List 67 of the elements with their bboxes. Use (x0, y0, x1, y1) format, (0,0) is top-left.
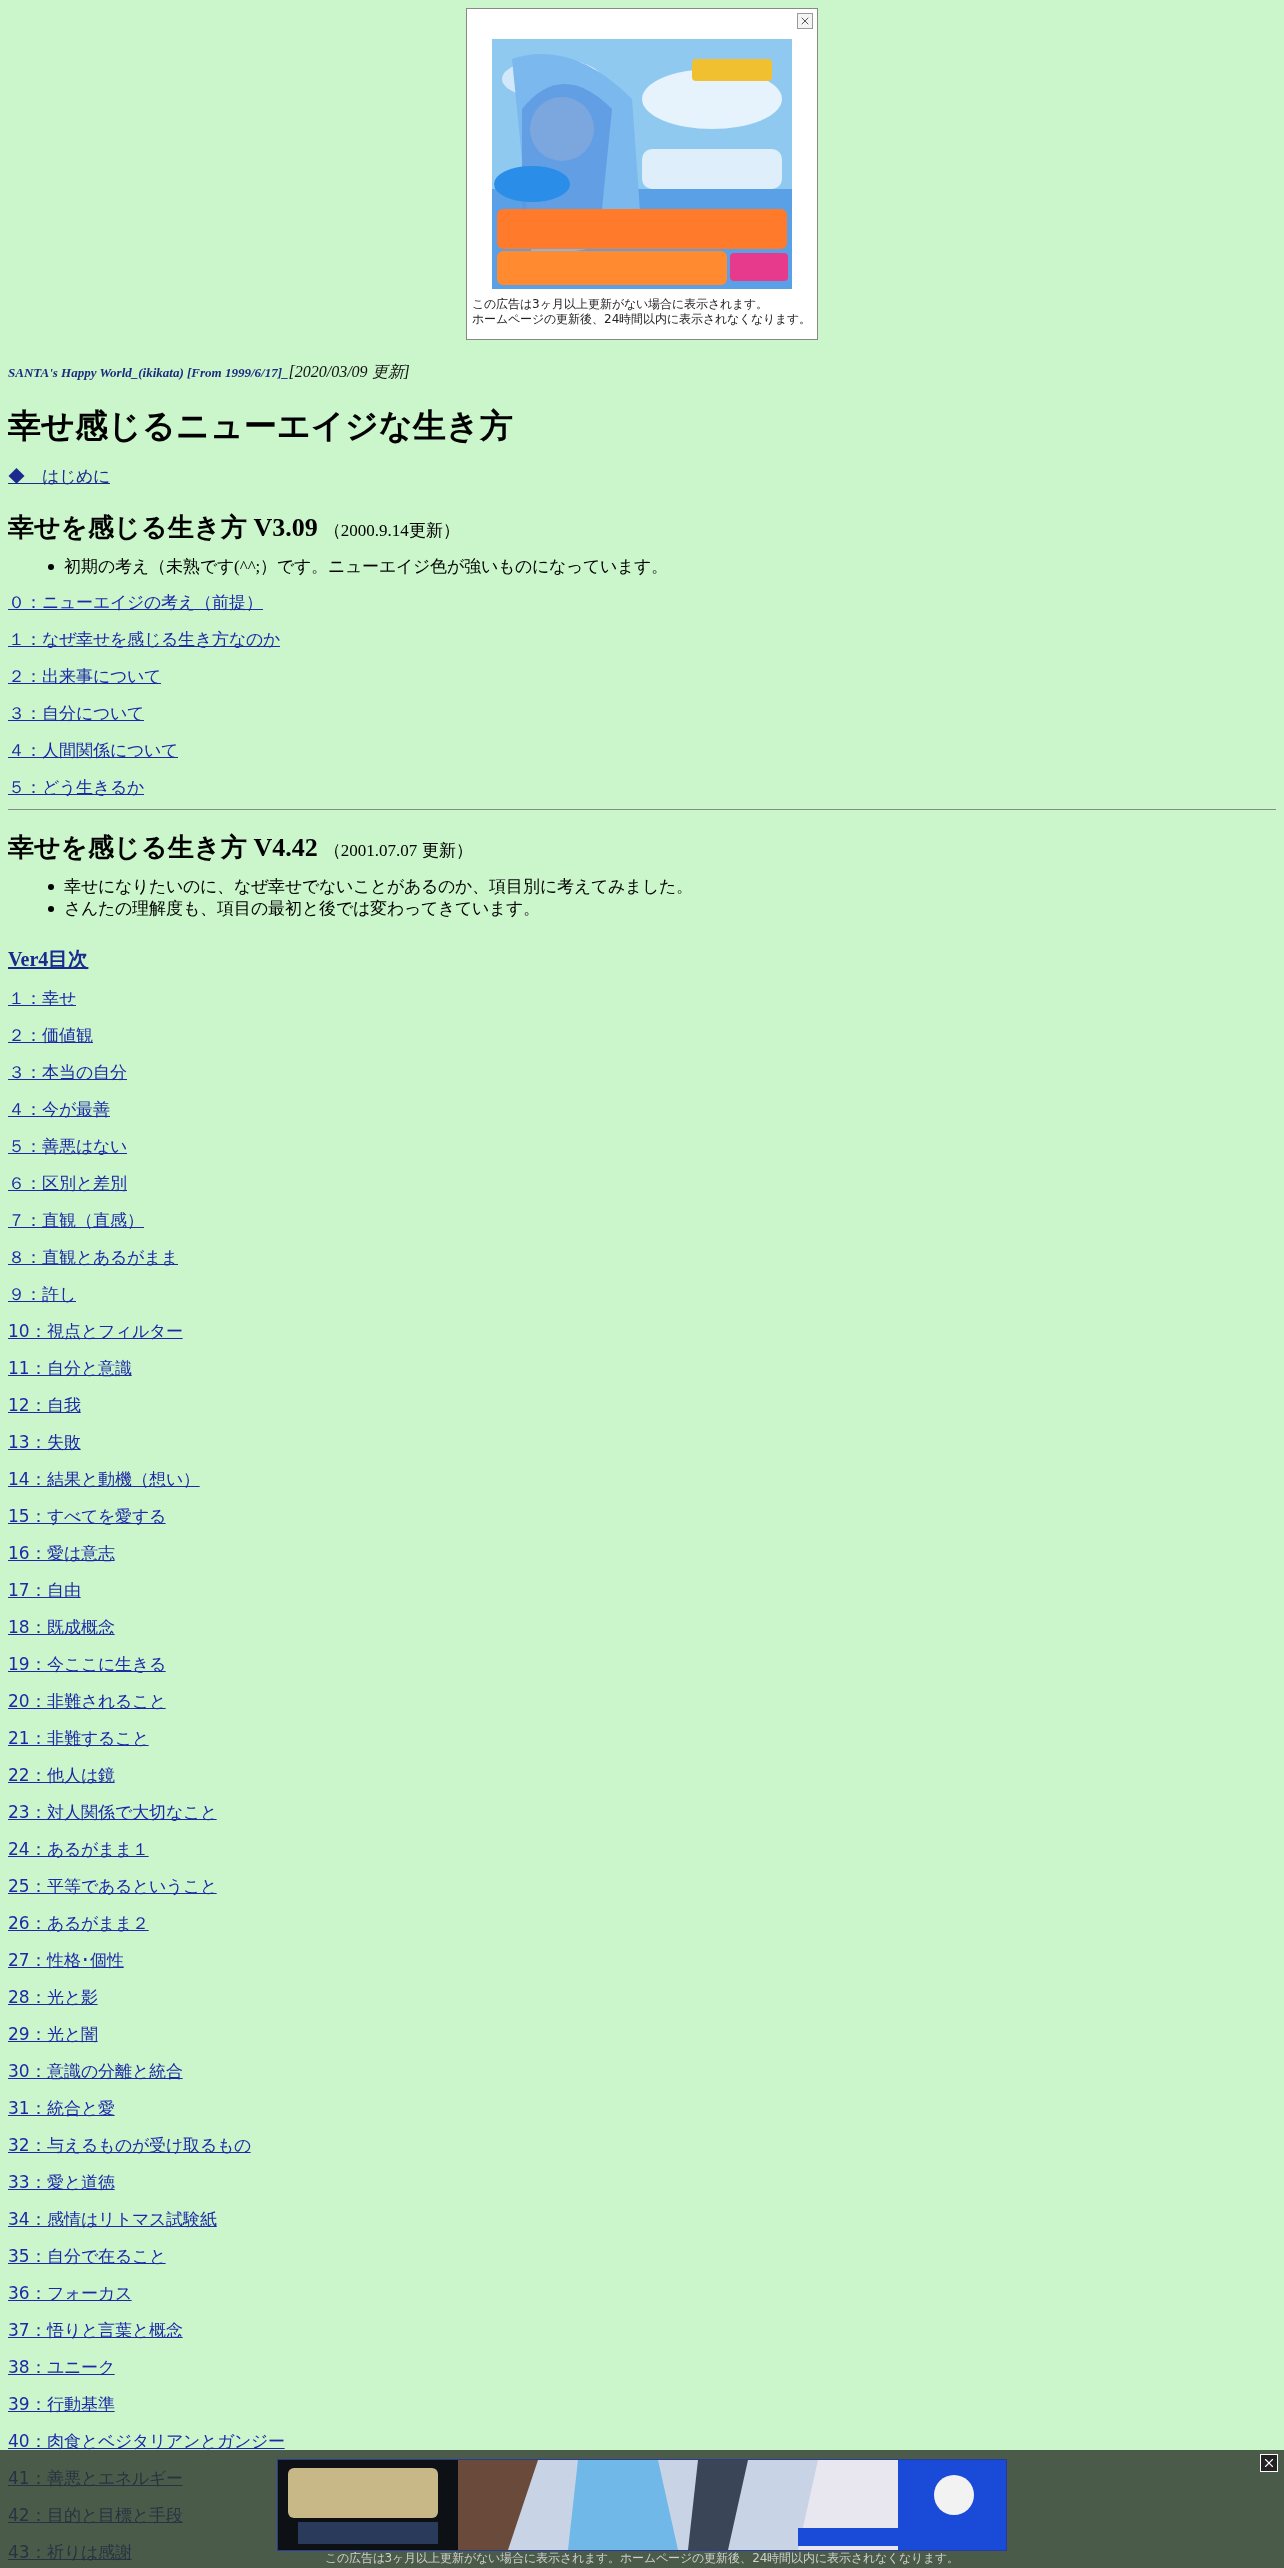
bullet-text: さんたの理解度も、項目の最初と後では変わってきています。 (64, 897, 540, 920)
ad-notice: この広告は3ヶ月以上更新がない場合に表示されます。ホームページの更新後、24時間以内に表示されなくなります。 (324, 2552, 960, 2565)
chapter-link[interactable]: 35：自分で在ること (8, 2245, 166, 2266)
chapter-link[interactable]: 10：視点とフィルター (8, 1320, 183, 1341)
chapter-link[interactable]: 28：光と影 (8, 1986, 98, 2007)
bullet-text: 幸せになりたいのに、なぜ幸せでないことがあるのか、項目別に考えてみました。 (64, 875, 693, 898)
chapter-link[interactable]: 39：行動基準 (8, 2393, 115, 2414)
chapter-link[interactable]: 14：結果と動機（想い） (8, 1468, 200, 1489)
chapter-link[interactable]: ５：どう生きるか (8, 776, 144, 797)
chapter-link[interactable]: ０：ニューエイジの考え（前提） (8, 591, 263, 612)
chapter-link[interactable]: 32：与えるものが受け取るもの (8, 2134, 251, 2155)
chapter-link[interactable]: 34：感情はリトマス試験紙 (8, 2208, 217, 2229)
chapter-link[interactable]: 11：自分と意識 (8, 1357, 132, 1378)
chapter-link[interactable]: ５：善悪はない (8, 1135, 127, 1156)
close-icon (799, 15, 811, 27)
chapter-link[interactable]: ３：本当の自分 (8, 1061, 127, 1082)
chapter-link[interactable]: 31：統合と愛 (8, 2097, 115, 2118)
site-name: SANTA's Happy World_(ikikata) [From 1999/6/17]_ (8, 364, 289, 382)
chapter-link[interactable]: 37：悟りと言葉と概念 (8, 2319, 183, 2340)
chapter-link[interactable]: 21：非難すること (8, 1727, 149, 1748)
chapter-link[interactable]: ８：直観とあるがまま (8, 1246, 178, 1267)
close-button[interactable] (797, 13, 813, 29)
section-date: （2001.07.07 更新） (323, 839, 473, 862)
chapter-link[interactable]: 22：他人は鏡 (8, 1764, 115, 1785)
chapter-link[interactable]: ６：区別と差別 (8, 1172, 127, 1193)
chapter-link[interactable]: １：幸せ (8, 987, 76, 1008)
ad-notice: この広告は3ヶ月以上更新がない場合に表示されます。 (472, 297, 769, 312)
close-icon (1262, 2456, 1276, 2470)
chapter-link[interactable]: 24：あるがまま１ (8, 1838, 149, 1859)
chapter-link[interactable]: 17：自由 (8, 1579, 81, 1600)
ad-notice: ホームページの更新後、24時間以内に表示されなくなります。 (472, 312, 812, 327)
chapter-link[interactable]: 20：非難されること (8, 1690, 166, 1711)
chapter-link[interactable]: ２：価値観 (8, 1024, 93, 1045)
toc-heading-link[interactable]: Ver4目次 (8, 947, 89, 970)
chapter-link[interactable]: 12：自我 (8, 1394, 81, 1415)
bullet-icon (48, 905, 54, 912)
chapter-link[interactable]: １：なぜ幸せを感じる生き方なのか (8, 628, 280, 649)
chapter-link[interactable]: 13：失敗 (8, 1431, 81, 1452)
chapter-link[interactable]: ７：直観（直感） (8, 1209, 144, 1230)
update-date: [2020/03/09 更新] (288, 362, 410, 382)
chapter-link[interactable]: 26：あるがまま２ (8, 1912, 149, 1933)
chapter-link[interactable]: 27：性格･個性 (8, 1949, 124, 1970)
chapter-link[interactable]: 15：すべてを愛する (8, 1505, 166, 1526)
chapter-link[interactable]: 16：愛は意志 (8, 1542, 115, 1563)
bullet-icon (48, 563, 54, 570)
chapter-link[interactable]: ４：今が最善 (8, 1098, 110, 1119)
bullet-text: 初期の考え（未熟です(^^;）です。ニューエイジ色が強いものになっています。 (64, 555, 669, 578)
section-date: （2000.9.14更新） (323, 519, 460, 542)
chapter-link[interactable]: ３：自分について (8, 702, 144, 723)
chapter-link[interactable]: 23：対人関係で大切なこと (8, 1801, 217, 1822)
chapter-link[interactable]: 33：愛と道徳 (8, 2171, 115, 2192)
chapter-link[interactable]: ２：出来事について (8, 665, 161, 686)
chapter-link[interactable]: 38：ユニーク (8, 2356, 115, 2377)
section-title: 幸せを感じる生き方 V3.09 (8, 511, 318, 544)
chapter-link[interactable]: 18：既成概念 (8, 1616, 115, 1637)
chapter-link[interactable]: ９：許し (8, 1283, 76, 1304)
chapter-link[interactable]: ４：人間関係について (8, 739, 178, 760)
chapter-link[interactable]: 36：フォーカス (8, 2282, 132, 2303)
chapter-link[interactable]: 30：意識の分離と統合 (8, 2060, 183, 2081)
chapter-link[interactable]: 40：肉食とベジタリアンとガンジー (8, 2430, 285, 2451)
section-title: 幸せを感じる生き方 V4.42 (8, 831, 318, 864)
intro-link[interactable]: ◆ はじめに (8, 467, 110, 486)
bullet-icon (48, 883, 54, 890)
chapter-link[interactable]: 29：光と闇 (8, 2023, 98, 2044)
page-title: 幸せ感じるニューエイジな生き方 (8, 406, 514, 446)
chapter-link[interactable]: 19：今ここに生きる (8, 1653, 166, 1674)
chapter-link[interactable]: 25：平等であるということ (8, 1875, 217, 1896)
